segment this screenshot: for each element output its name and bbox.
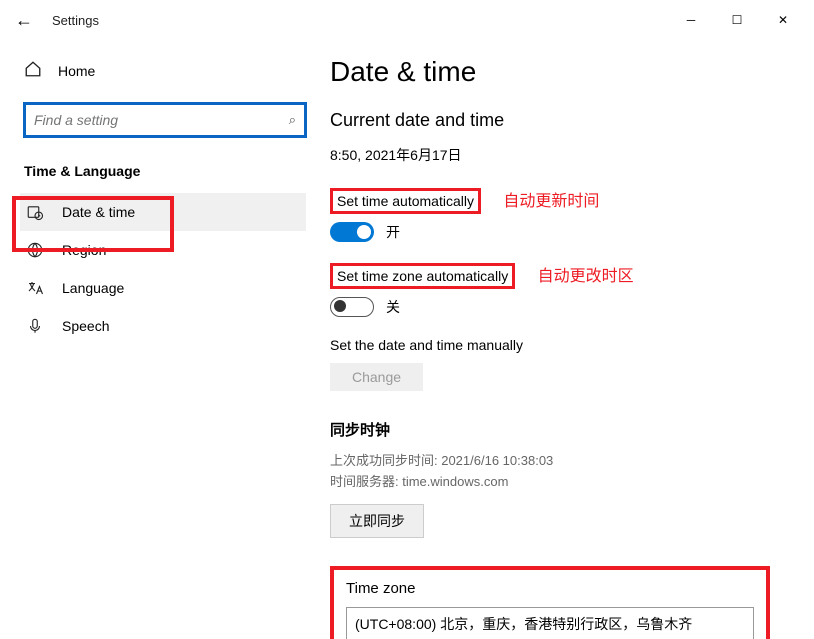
calendar-clock-icon <box>26 203 44 221</box>
sidebar-item-region[interactable]: Region <box>20 231 306 269</box>
sync-last-success: 上次成功同步时间: 2021/6/16 10:38:03 <box>330 450 774 469</box>
sidebar-item-date-time[interactable]: Date & time <box>20 193 306 231</box>
sidebar-item-speech[interactable]: Speech <box>20 307 306 345</box>
section-header: Time & Language <box>24 163 306 179</box>
annotation-auto-tz: 自动更改时区 <box>538 268 634 285</box>
close-button[interactable]: ✕ <box>760 4 806 36</box>
home-nav[interactable]: Home <box>24 52 306 89</box>
sync-now-button[interactable]: 立即同步 <box>330 504 424 538</box>
language-icon <box>26 279 44 297</box>
set-time-auto-label: Set time automatically <box>330 188 481 214</box>
manual-set-label: Set the date and time manually <box>330 337 774 353</box>
maximize-button[interactable]: ☐ <box>714 4 760 36</box>
annotation-auto-time: 自动更新时间 <box>503 193 599 210</box>
sidebar-item-label: Region <box>62 242 106 258</box>
toggle-state-label: 开 <box>386 222 400 242</box>
sidebar-item-label: Date & time <box>62 204 135 220</box>
timezone-select[interactable]: (UTC+08:00) 北京，重庆，香港特别行政区，乌鲁木齐 <box>346 607 754 639</box>
search-icon: ⌕ <box>289 112 296 128</box>
sync-heading: 同步时钟 <box>330 419 774 440</box>
search-box[interactable]: ⌕ <box>24 103 306 137</box>
current-datetime: 8:50, 2021年6月17日 <box>330 145 774 165</box>
sidebar-item-label: Language <box>62 280 124 296</box>
page-heading: Date & time <box>330 56 774 88</box>
set-time-auto-toggle[interactable] <box>330 222 374 242</box>
sidebar-item-label: Speech <box>62 318 109 334</box>
minimize-button[interactable]: ─ <box>668 4 714 36</box>
toggle-state-label: 关 <box>386 297 400 317</box>
home-icon <box>24 60 42 81</box>
timezone-section: Time zone (UTC+08:00) 北京，重庆，香港特别行政区，乌鲁木齐 <box>330 566 770 639</box>
page-subheading: Current date and time <box>330 110 774 131</box>
back-button[interactable]: ← <box>8 4 40 36</box>
home-label: Home <box>58 63 95 79</box>
microphone-icon <box>26 317 44 335</box>
timezone-label: Time zone <box>346 580 754 597</box>
globe-icon <box>26 241 44 259</box>
change-button: Change <box>330 363 423 391</box>
set-tz-auto-label: Set time zone automatically <box>330 263 515 289</box>
set-tz-auto-toggle[interactable] <box>330 297 374 317</box>
window-title: Settings <box>52 13 99 28</box>
sidebar-item-language[interactable]: Language <box>20 269 306 307</box>
search-input[interactable] <box>34 112 289 128</box>
sync-server: 时间服务器: time.windows.com <box>330 471 774 490</box>
